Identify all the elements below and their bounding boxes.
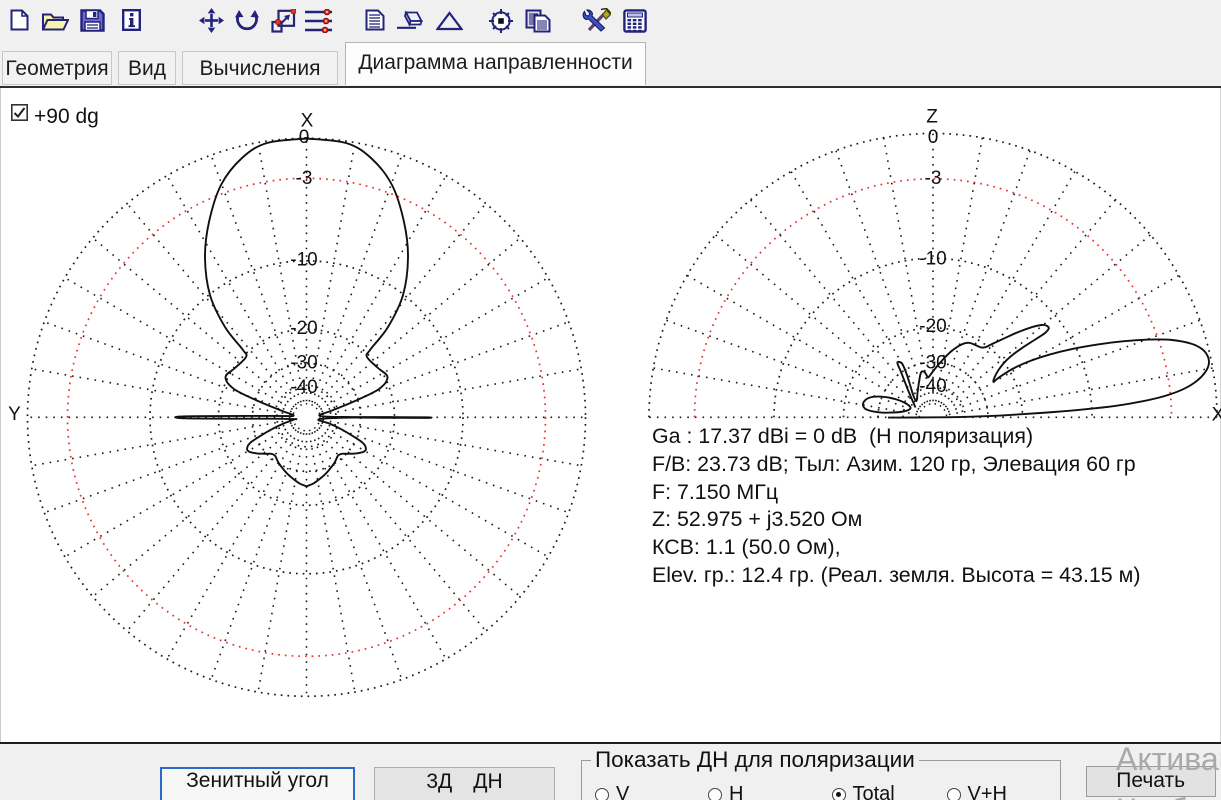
svg-text:-20: -20 (919, 316, 946, 337)
svg-text:X: X (301, 111, 314, 132)
svg-text:-30: -30 (290, 353, 317, 374)
svg-text:-30: -30 (919, 353, 946, 374)
svg-text:0: 0 (928, 127, 939, 148)
svg-text:-40: -40 (290, 377, 317, 398)
svg-text:Z: Z (926, 107, 938, 128)
svg-text:-10: -10 (290, 250, 317, 271)
svg-text:-3: -3 (925, 168, 942, 189)
svg-text:X: X (1212, 405, 1221, 426)
svg-text:Y: Y (8, 404, 21, 425)
svg-text:-10: -10 (919, 248, 946, 269)
svg-text:-20: -20 (290, 318, 317, 339)
svg-text:-3: -3 (296, 168, 313, 189)
svg-text:-40: -40 (919, 376, 946, 397)
